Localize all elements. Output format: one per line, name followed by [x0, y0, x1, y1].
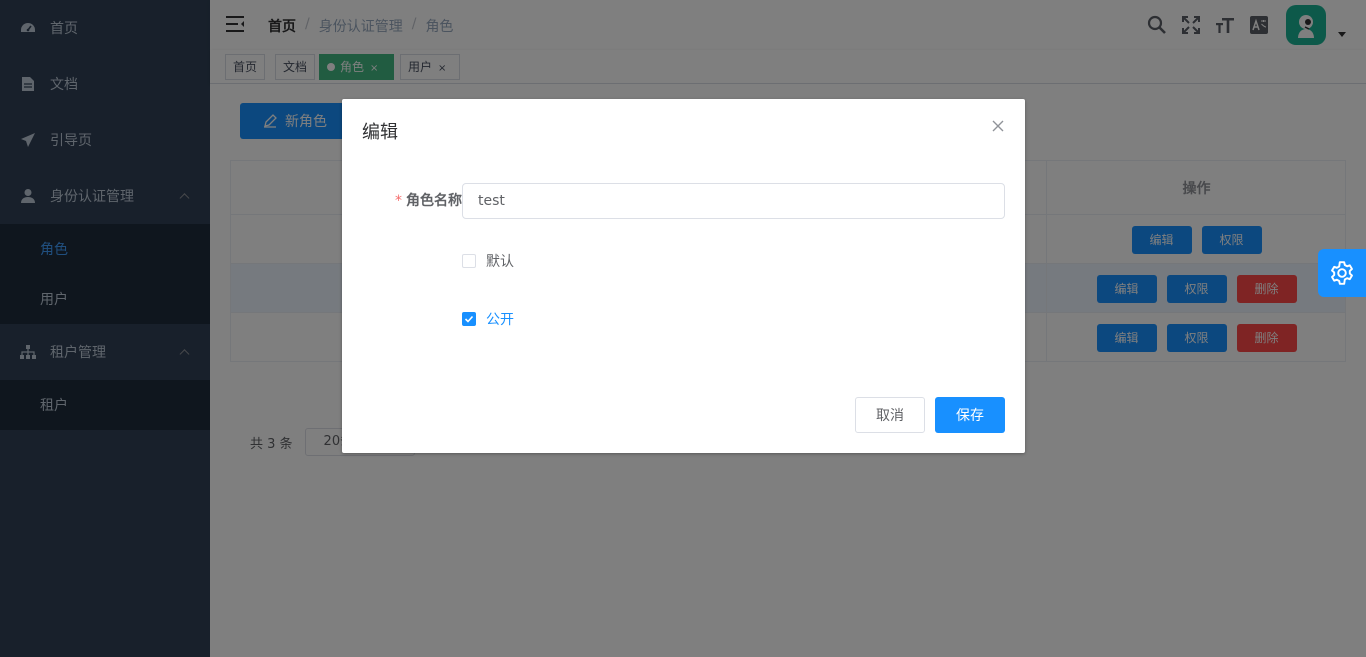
- settings-button[interactable]: [1318, 249, 1366, 297]
- checkbox-label: 默认: [486, 254, 514, 270]
- checkmark-icon: [464, 315, 474, 323]
- role-name-label-text: 角色名称: [406, 193, 462, 209]
- role-name-input[interactable]: [462, 183, 1005, 219]
- required-mark: *: [395, 193, 402, 209]
- cancel-button[interactable]: 取消: [855, 397, 925, 433]
- dialog-title: 编辑: [362, 122, 398, 143]
- gear-icon: [1331, 261, 1353, 285]
- public-checkbox[interactable]: 公开: [462, 309, 514, 329]
- close-icon[interactable]: [991, 119, 1005, 133]
- edit-role-dialog: 编辑 *角色名称 默认 公开 取消 保存: [342, 99, 1025, 453]
- checkbox-box[interactable]: [462, 254, 476, 268]
- default-checkbox[interactable]: 默认: [462, 251, 514, 271]
- checkbox-label: 公开: [486, 312, 514, 328]
- role-name-label: * 角色名称: [362, 183, 462, 219]
- checkbox-box[interactable]: [462, 312, 476, 326]
- save-button[interactable]: 保存: [935, 397, 1005, 433]
